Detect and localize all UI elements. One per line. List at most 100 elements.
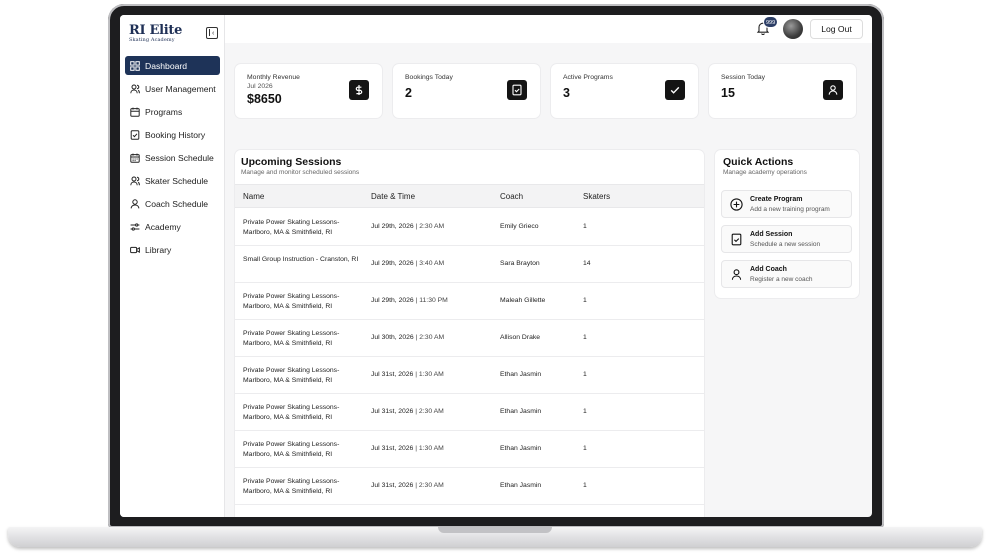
booking-icon [130, 129, 140, 140]
users-icon [130, 84, 140, 94]
quick-action-label: Create Program [750, 196, 803, 203]
sidebar-item-label: User Management [145, 83, 216, 94]
top-bar: 999 Log Out [225, 15, 872, 43]
column-header-skaters[interactable]: Skaters [583, 192, 610, 201]
stat-value: $8650 [247, 92, 282, 106]
session-datetime: Jul 31st, 2026 | 2:30 AM [371, 408, 444, 415]
session-name: Private Power Skating Lessons- Marlboro,… [243, 441, 340, 458]
session-time: 2:30 AM [419, 334, 445, 341]
upcoming-sessions-panel: Upcoming Sessions Manage and monitor sch… [235, 150, 704, 517]
add-coach-button[interactable]: Add Coach Register a new coach [721, 260, 852, 288]
quick-actions-subtitle: Manage academy operations [723, 169, 807, 176]
table-row[interactable]: Private Power Skating Lessons- Marlboro,… [235, 320, 704, 357]
quick-actions-title: Quick Actions [723, 156, 794, 168]
table-row[interactable]: Private Power Skating Lessons- Marlboro,… [235, 357, 704, 394]
stat-value: 3 [563, 86, 570, 100]
session-skaters: 1 [583, 445, 587, 452]
session-time: 2:30 AM [419, 223, 445, 230]
sidebar-item-library[interactable]: Library [125, 240, 220, 259]
session-time: 2:30 AM [418, 482, 444, 489]
sidebar-item-label: Library [145, 244, 172, 255]
stat-label: Monthly Revenue [247, 74, 300, 81]
session-name: Private Power Skating Lessons- Marlboro,… [243, 219, 340, 236]
sessions-subtitle: Manage and monitor scheduled sessions [241, 169, 360, 176]
column-header-coach[interactable]: Coach [500, 192, 523, 201]
session-time: 11:30 PM [419, 297, 448, 304]
sidebar-item-coach-schedule[interactable]: Coach Schedule [125, 194, 220, 213]
app-screen: RI Elite Skating Academy ‹ Dashboard Use… [120, 15, 872, 517]
sidebar-item-skater-schedule[interactable]: Skater Schedule [125, 171, 220, 190]
session-time: 1:30 AM [418, 445, 444, 452]
sidebar-item-academy[interactable]: Academy [125, 217, 220, 236]
quick-action-desc: Register a new coach [750, 276, 813, 283]
session-name: Private Power Skating Lessons- Marlboro,… [243, 330, 340, 347]
session-skaters: 14 [583, 260, 591, 267]
session-datetime: Jul 29th, 2026 | 2:30 AM [371, 223, 444, 230]
coach-icon [130, 198, 140, 209]
academy-icon [130, 222, 140, 232]
notification-badge: 999 [763, 16, 779, 28]
session-date: Jul 30th, 2026 [371, 334, 414, 341]
table-row[interactable]: Private Power Skating Lessons- Marlboro,… [235, 283, 704, 320]
clipboard-check-icon [730, 233, 743, 246]
sidebar-item-label: Programs [145, 106, 183, 117]
session-datetime: Jul 29th, 2026 | 11:30 PM [371, 297, 448, 304]
check-icon [665, 80, 685, 100]
library-icon [130, 245, 140, 255]
session-date: Jul 31st, 2026 [371, 408, 414, 415]
session-coach: Ethan Jasmin [500, 371, 542, 378]
session-skaters: 1 [583, 408, 587, 415]
stat-value: 2 [405, 86, 412, 100]
sidebar-item-session-schedule[interactable]: Session Schedule [125, 148, 220, 167]
session-date: Jul 31st, 2026 [371, 445, 414, 452]
sidebar-item-label: Session Schedule [145, 152, 214, 163]
sidebar-item-booking-history[interactable]: Booking History [125, 125, 220, 144]
quick-action-label: Add Coach [750, 266, 787, 273]
sidebar-item-label: Booking History [145, 129, 206, 140]
table-row[interactable]: Private Power Skating Lessons- Marlboro,… [235, 209, 704, 246]
table-row[interactable]: Private Power Skating Lessons- Marlboro,… [235, 468, 704, 505]
user-icon [823, 80, 843, 100]
table-row[interactable]: Private Power Skating Lessons- Marlboro,… [235, 431, 704, 468]
stat-label: Session Today [721, 74, 766, 81]
skater-icon [130, 176, 140, 186]
column-header-date[interactable]: Date & Time [371, 192, 415, 201]
sidebar-item-label: Coach Schedule [145, 198, 209, 209]
add-session-button[interactable]: Add Session Schedule a new session [721, 225, 852, 253]
session-datetime: Jul 31st, 2026 | 2:30 AM [371, 482, 444, 489]
sidebar: RI Elite Skating Academy ‹ Dashboard Use… [120, 15, 225, 517]
avatar[interactable] [783, 19, 803, 39]
session-datetime: Jul 31st, 2026 | 1:30 AM [371, 445, 444, 452]
session-name: Small Group Instruction - Cranston, RI [243, 256, 359, 263]
session-datetime: Jul 31st, 2026 | 1:30 AM [371, 371, 444, 378]
sidebar-collapse-icon[interactable]: ‹ [206, 27, 218, 39]
academy-logo[interactable]: RI Elite Skating Academy [129, 24, 193, 43]
sidebar-item-programs[interactable]: Programs [125, 102, 220, 121]
quick-actions-panel: Quick Actions Manage academy operations … [715, 150, 859, 298]
logo-sub-text: Skating Academy [129, 37, 175, 43]
logout-button[interactable]: Log Out [810, 19, 863, 39]
laptop-notch [438, 527, 552, 533]
create-program-button[interactable]: Create Program Add a new training progra… [721, 190, 852, 218]
session-coach: Ethan Jasmin [500, 482, 542, 489]
stat-card-active-programs: Active Programs 3 [551, 64, 698, 118]
stat-label: Active Programs [563, 74, 613, 81]
session-date: Jul 29th, 2026 [371, 260, 414, 267]
table-row[interactable]: Small Group Instruction - Cranston, RI Ju… [235, 246, 704, 283]
sidebar-item-label: Dashboard [145, 60, 188, 71]
dashboard-icon [130, 60, 140, 71]
sidebar-item-dashboard[interactable]: Dashboard [125, 56, 220, 75]
session-skaters: 1 [583, 334, 587, 341]
logo-main-text: RI Elite [129, 23, 183, 38]
column-header-name[interactable]: Name [243, 192, 264, 201]
sidebar-item-label: Academy [145, 221, 181, 232]
table-row[interactable]: Private Power Skating Lessons- Marlboro,… [235, 394, 704, 431]
programs-icon [130, 107, 140, 117]
session-name: Private Power Skating Lessons- Marlboro,… [243, 293, 340, 310]
quick-action-desc: Add a new training program [750, 206, 830, 213]
session-coach: Allison Drake [500, 334, 541, 341]
session-time: 2:30 AM [418, 408, 444, 415]
calendar-icon [130, 153, 140, 163]
sidebar-item-user-management[interactable]: User Management [125, 79, 220, 98]
stat-label: Bookings Today [405, 74, 453, 81]
